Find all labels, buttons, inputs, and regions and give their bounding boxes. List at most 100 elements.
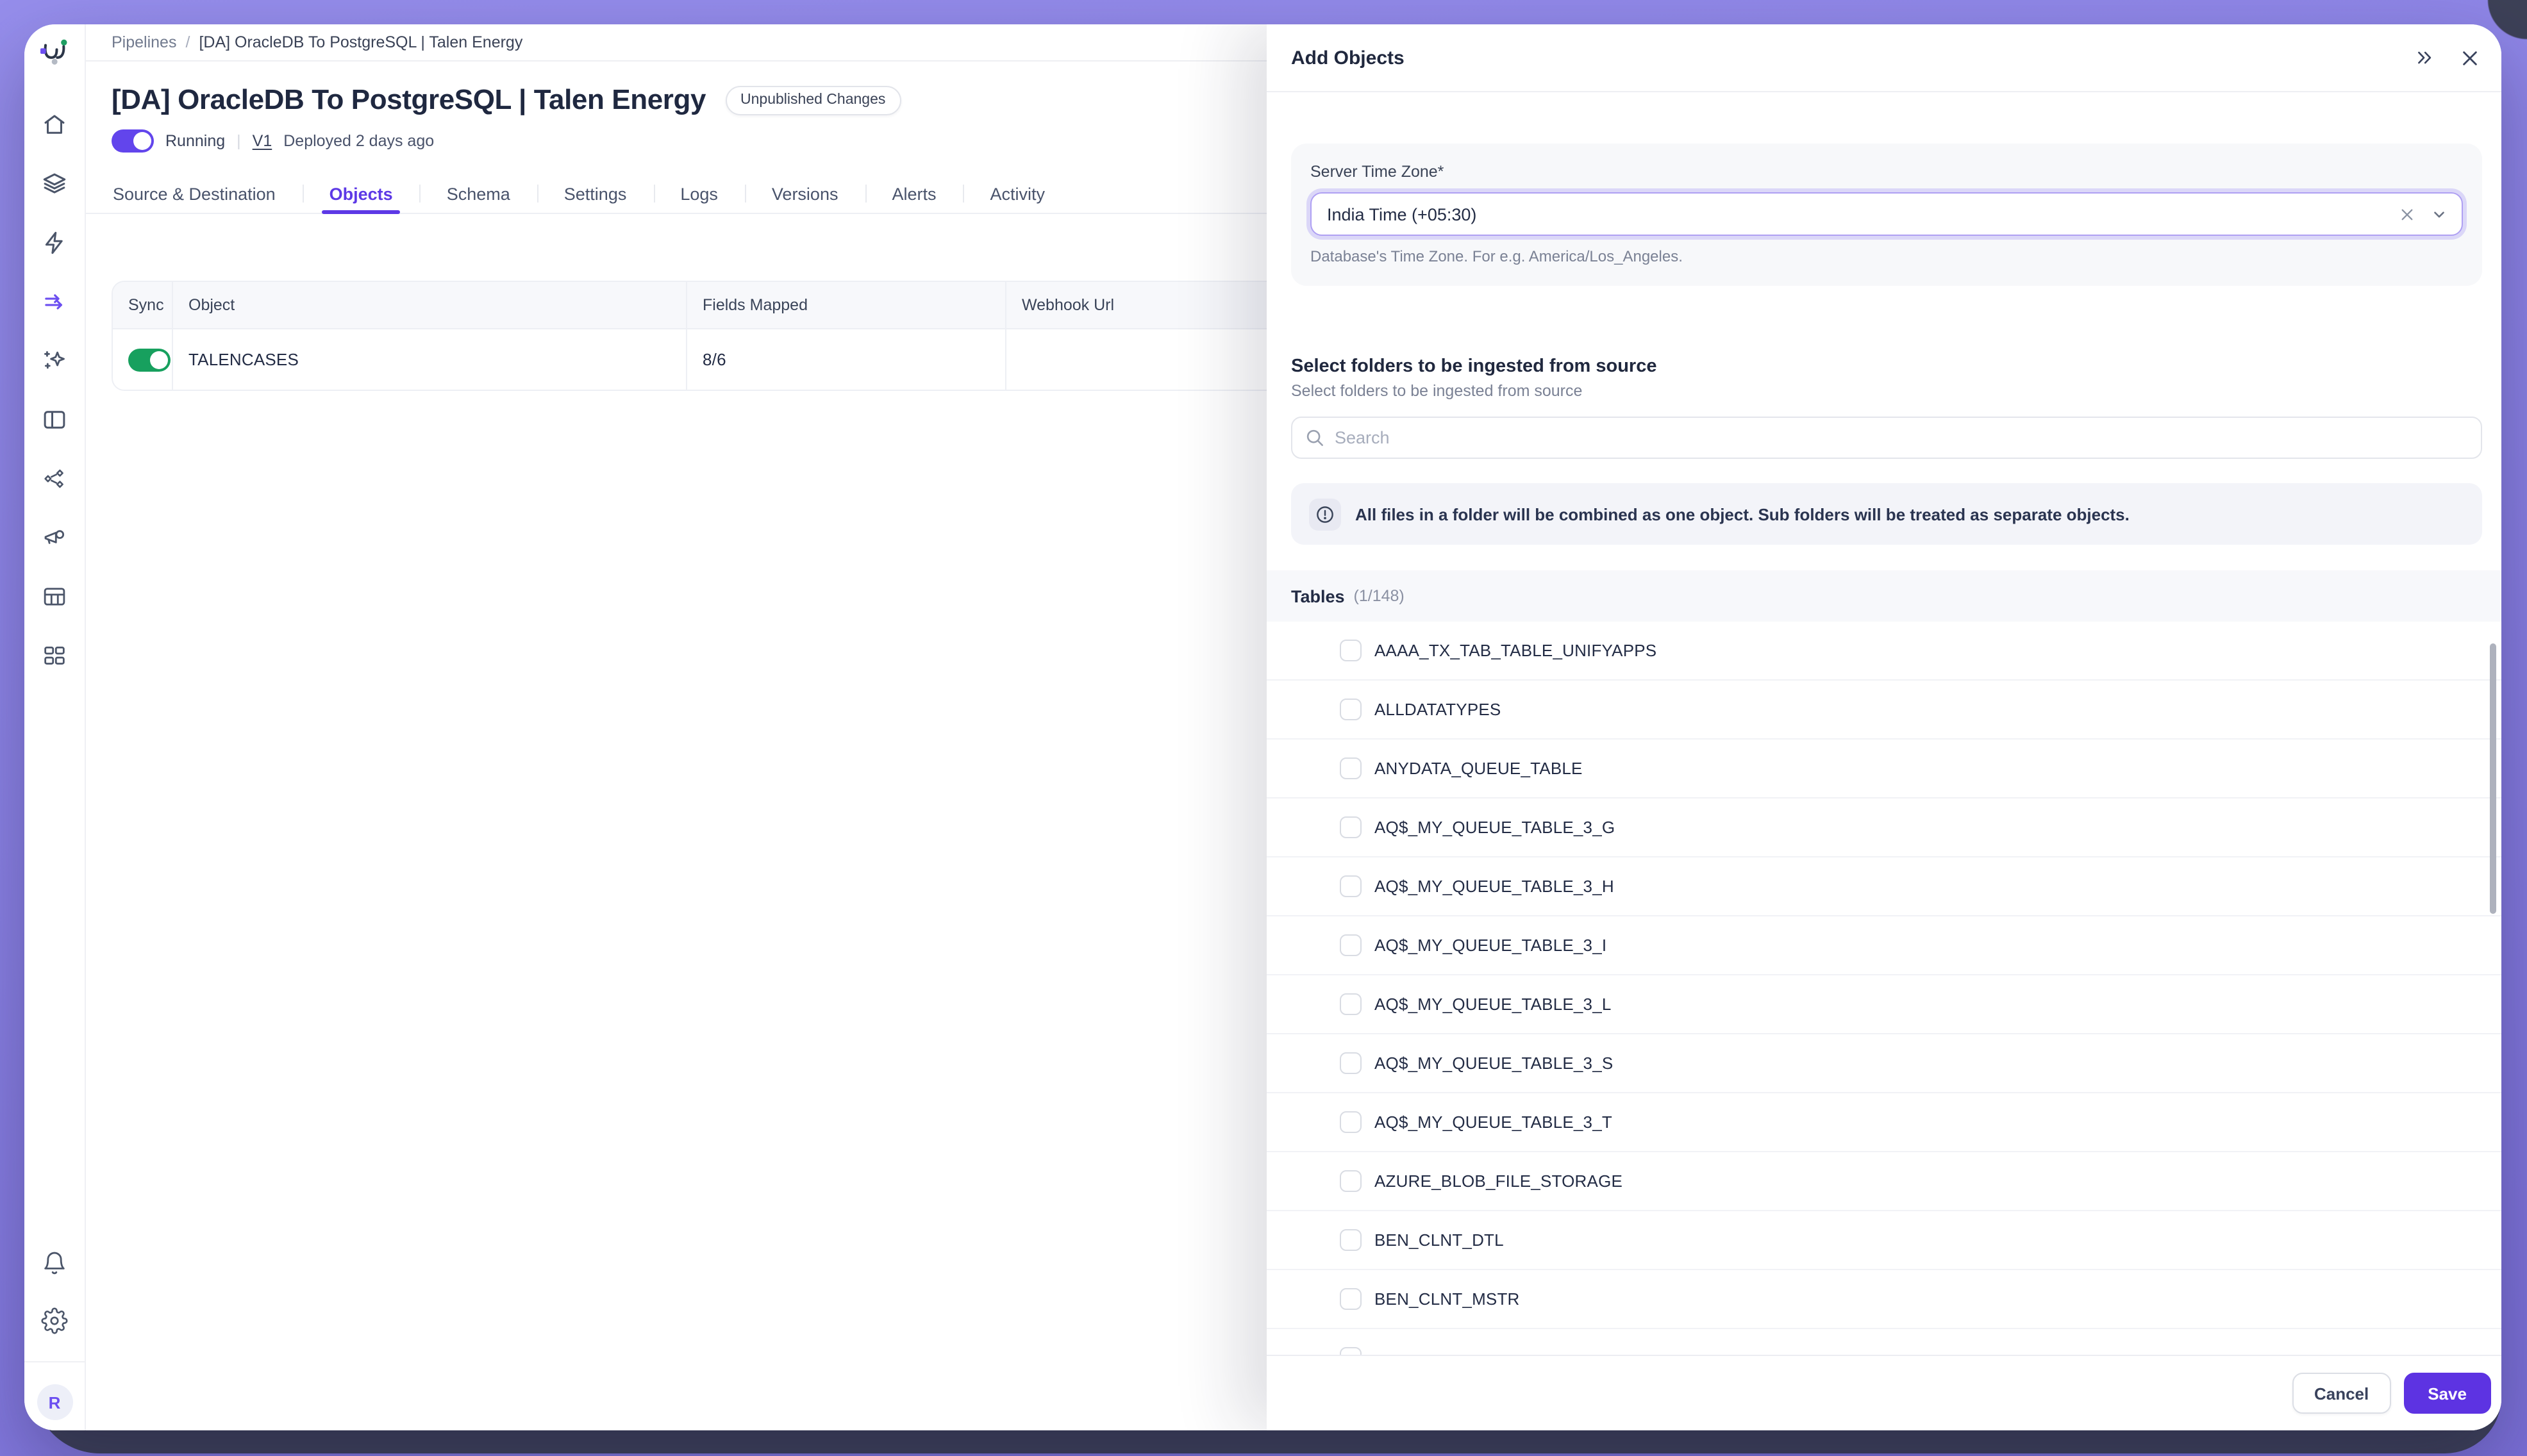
checkbox[interactable] — [1340, 1229, 1362, 1251]
sync-toggle[interactable] — [128, 348, 171, 371]
table-item-aq-my-queue-table-3-i[interactable]: AQ$_MY_QUEUE_TABLE_3_I — [1267, 916, 2501, 975]
version-link[interactable]: V1 — [253, 132, 272, 150]
tables-section-header: Tables (1/148) — [1267, 570, 2501, 622]
sidebar-item-automations[interactable] — [33, 220, 76, 264]
sidebar-item-apps[interactable] — [33, 633, 76, 677]
timezone-select[interactable]: India Time (+05:30) — [1310, 192, 2463, 236]
pipeline-running-toggle[interactable] — [112, 129, 154, 153]
status-divider: | — [237, 132, 241, 150]
checkbox[interactable] — [1340, 757, 1362, 779]
timezone-card: Server Time Zone* India Time (+05:30) Da… — [1291, 144, 2482, 286]
tab-alerts[interactable]: Alerts — [865, 174, 963, 213]
table-grid-icon — [41, 583, 68, 609]
layers-icon — [41, 170, 68, 197]
breadcrumb-pipelines[interactable]: Pipelines — [112, 33, 176, 51]
checkbox[interactable] — [1340, 1052, 1362, 1074]
tab-schema[interactable]: Schema — [420, 174, 537, 213]
panel-body: Server Time Zone* India Time (+05:30) Da… — [1267, 92, 2501, 1355]
search-input[interactable] — [1335, 428, 2468, 447]
checkbox[interactable] — [1340, 640, 1362, 661]
column-header-sync: Sync — [113, 282, 172, 328]
checkbox[interactable] — [1340, 934, 1362, 956]
sidebar: R — [24, 24, 86, 1430]
app-window: R Pipelines / [DA] OracleDB To PostgreSQ… — [24, 24, 2501, 1430]
page-title: [DA] OracleDB To PostgreSQL | Talen Ener… — [112, 83, 706, 117]
checkbox[interactable] — [1340, 1170, 1362, 1192]
tab-objects[interactable]: Objects — [303, 174, 420, 213]
sidebar-item-pipelines[interactable] — [33, 279, 76, 323]
table-item-aq-my-queue-table-3-l[interactable]: AQ$_MY_QUEUE_TABLE_3_L — [1267, 975, 2501, 1034]
fields-mapped-value: 8/6 — [703, 350, 726, 369]
home-icon — [41, 111, 68, 138]
apps-grid-icon — [41, 641, 68, 668]
checkbox[interactable] — [1340, 1111, 1362, 1133]
sidebar-nav — [33, 103, 76, 677]
tab-settings[interactable]: Settings — [537, 174, 654, 213]
table-item-aq-my-queue-table-3-t[interactable]: AQ$_MY_QUEUE_TABLE_3_T — [1267, 1093, 2501, 1152]
tables-label: Tables — [1291, 586, 1345, 606]
tab-versions[interactable]: Versions — [745, 174, 865, 213]
sparkles-icon — [41, 347, 68, 374]
checkbox[interactable] — [1340, 699, 1362, 720]
sidebar-item-ai[interactable] — [33, 338, 76, 382]
checkbox[interactable] — [1340, 1347, 1362, 1355]
table-item-aq-my-queue-table-3-s[interactable]: AQ$_MY_QUEUE_TABLE_3_S — [1267, 1034, 2501, 1093]
sidebar-item-interfaces[interactable] — [33, 397, 76, 441]
layout-panel-icon — [41, 406, 68, 433]
timezone-value: India Time (+05:30) — [1327, 204, 1476, 224]
breadcrumb-current[interactable]: [DA] OracleDB To PostgreSQL | Talen Ener… — [199, 33, 522, 51]
checkbox[interactable] — [1340, 875, 1362, 897]
tables-list: AAAA_TX_TAB_TABLE_UNIFYAPPS ALLDATATYPES… — [1267, 622, 2501, 1355]
tab-logs[interactable]: Logs — [653, 174, 745, 213]
info-banner: All files in a folder will be combined a… — [1291, 483, 2482, 545]
column-header-object: Object — [172, 282, 686, 328]
status-label: Running — [165, 132, 225, 150]
table-item-aq-my-queue-table-3-h[interactable]: AQ$_MY_QUEUE_TABLE_3_H — [1267, 857, 2501, 916]
folders-subheading: Select folders to be ingested from sourc… — [1291, 382, 2482, 400]
table-item-aaaa-tx-tab-table-unifyapps[interactable]: AAAA_TX_TAB_TABLE_UNIFYAPPS — [1267, 622, 2501, 681]
timezone-helper: Database's Time Zone. For e.g. America/L… — [1310, 247, 2463, 265]
timezone-label: Server Time Zone* — [1310, 163, 2463, 181]
table-item-azure-blob-file-storage[interactable]: AZURE_BLOB_FILE_STORAGE — [1267, 1152, 2501, 1211]
table-item-aq-my-queue-table-3-g[interactable]: AQ$_MY_QUEUE_TABLE_3_G — [1267, 798, 2501, 857]
tab-activity[interactable]: Activity — [963, 174, 1072, 213]
chevron-down-icon[interactable] — [2431, 206, 2448, 222]
table-item-alldatatypes[interactable]: ALLDATATYPES — [1267, 681, 2501, 740]
scrollbar-thumb[interactable] — [2490, 643, 2496, 914]
sidebar-item-tables[interactable] — [33, 574, 76, 618]
notifications-button[interactable] — [33, 1241, 76, 1284]
bell-icon — [41, 1249, 68, 1276]
avatar[interactable]: R — [37, 1384, 72, 1420]
table-item-partial[interactable] — [1267, 1329, 2501, 1355]
collapse-right-icon[interactable] — [2413, 47, 2435, 69]
settings-button[interactable] — [33, 1298, 76, 1342]
close-icon[interactable] — [2459, 47, 2481, 69]
checkbox[interactable] — [1340, 816, 1362, 838]
checkbox[interactable] — [1340, 993, 1362, 1015]
tab-source-destination[interactable]: Source & Destination — [112, 174, 303, 213]
column-header-fields-mapped: Fields Mapped — [686, 282, 1005, 328]
table-item-anydata-queue-table[interactable]: ANYDATA_QUEUE_TABLE — [1267, 740, 2501, 798]
table-item-ben-clnt-mstr[interactable]: BEN_CLNT_MSTR — [1267, 1270, 2501, 1329]
sidebar-item-layers[interactable] — [33, 161, 76, 205]
deploy-info: Deployed 2 days ago — [283, 132, 434, 150]
search-box — [1291, 417, 2482, 459]
unifyapps-logo-icon[interactable] — [33, 32, 76, 76]
cancel-button[interactable]: Cancel — [2292, 1373, 2390, 1414]
object-name[interactable]: TALENCASES — [188, 350, 299, 369]
tables-count: (1/148) — [1354, 587, 1405, 605]
clear-icon[interactable] — [2399, 206, 2415, 222]
panel-header: Add Objects — [1267, 24, 2501, 92]
save-button[interactable]: Save — [2403, 1373, 2491, 1414]
table-item-ben-clnt-dtl[interactable]: BEN_CLNT_DTL — [1267, 1211, 2501, 1270]
panel-footer: Cancel Save — [1267, 1355, 2501, 1430]
gear-icon — [41, 1307, 68, 1334]
breadcrumb-separator: / — [185, 33, 190, 51]
sidebar-item-home[interactable] — [33, 103, 76, 146]
unpublished-changes-badge: Unpublished Changes — [725, 85, 901, 115]
sidebar-item-campaigns[interactable] — [33, 515, 76, 559]
zap-icon — [41, 229, 68, 256]
sidebar-divider — [24, 1361, 85, 1362]
checkbox[interactable] — [1340, 1288, 1362, 1310]
sidebar-item-integrations[interactable] — [33, 456, 76, 500]
